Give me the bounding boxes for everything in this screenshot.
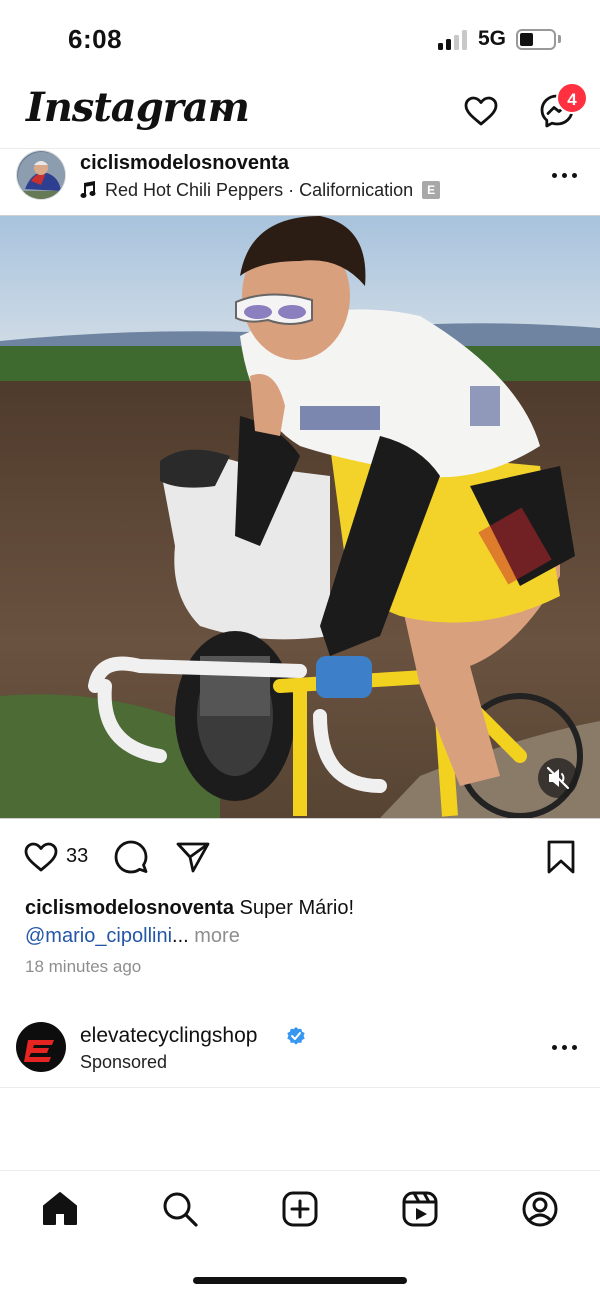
sponsor-more-options-icon[interactable] bbox=[552, 1043, 582, 1053]
post-photo-cyclist bbox=[0, 216, 600, 818]
status-time: 6:08 bbox=[68, 24, 123, 54]
home-icon[interactable] bbox=[40, 1189, 80, 1229]
like-count[interactable]: 33 bbox=[66, 845, 88, 868]
audio-track-link[interactable]: Red Hot Chili Peppers · Californication … bbox=[80, 178, 441, 202]
audio-muted-icon[interactable] bbox=[538, 758, 578, 798]
sponsored-post-header: elevatecyclingshop Sponsored bbox=[0, 1020, 600, 1084]
post-header: ciclismodelosnoventa Red Hot Chili Peppe… bbox=[0, 148, 600, 214]
explicit-badge: E bbox=[422, 181, 441, 199]
sponsored-label: Sponsored bbox=[80, 1052, 168, 1072]
post-caption: ciclismodelosnoventa Super Mário! @mario… bbox=[25, 894, 575, 950]
caption-mention[interactable]: @mario_cipollini bbox=[25, 925, 172, 947]
battery-icon bbox=[516, 29, 556, 50]
create-icon[interactable] bbox=[280, 1189, 320, 1229]
comment-icon[interactable] bbox=[112, 838, 150, 876]
post-media[interactable] bbox=[0, 216, 600, 818]
caption-text: Super Mário! bbox=[239, 897, 355, 919]
avatar-image bbox=[17, 151, 65, 199]
post-username[interactable]: ciclismodelosnoventa bbox=[80, 152, 289, 175]
share-send-icon[interactable] bbox=[174, 838, 212, 876]
chevron-down-icon[interactable] bbox=[214, 100, 236, 122]
post-timestamp: 18 minutes ago bbox=[25, 957, 142, 976]
profile-icon[interactable] bbox=[520, 1189, 560, 1229]
messages-badge: 4 bbox=[556, 82, 588, 114]
signal-strength-icon bbox=[438, 30, 468, 50]
verified-badge-icon bbox=[287, 1027, 305, 1045]
network-type: 5G bbox=[478, 27, 507, 50]
sponsor-avatar[interactable] bbox=[16, 1022, 66, 1072]
heart-icon[interactable] bbox=[462, 92, 500, 130]
music-note-icon bbox=[80, 181, 96, 198]
audio-track-label: Red Hot Chili Peppers · Californication bbox=[105, 179, 414, 200]
caption-ellipsis: ... bbox=[172, 925, 189, 947]
post-avatar[interactable] bbox=[16, 150, 66, 200]
app-header: Instagram 4 bbox=[0, 80, 600, 146]
battery-level bbox=[520, 33, 533, 46]
bottom-tab-bar bbox=[0, 1170, 600, 1250]
bookmark-icon[interactable] bbox=[542, 838, 580, 876]
instagram-feed-screen: 6:08 5G Instagram 4 ciclismodelosnoventa… bbox=[0, 0, 600, 1298]
reels-icon[interactable] bbox=[400, 1189, 440, 1229]
status-bar: 6:08 5G bbox=[0, 0, 600, 80]
battery-cap bbox=[558, 35, 561, 43]
sponsor-username[interactable]: elevatecyclingshop bbox=[80, 1024, 257, 1048]
sponsor-logo-icon bbox=[24, 1040, 54, 1062]
home-indicator[interactable] bbox=[193, 1277, 407, 1284]
post-actions: 33 bbox=[0, 836, 600, 880]
media-bottom-divider bbox=[0, 818, 600, 819]
search-icon[interactable] bbox=[160, 1189, 200, 1229]
like-heart-icon[interactable] bbox=[22, 838, 60, 876]
caption-username[interactable]: ciclismodelosnoventa bbox=[25, 897, 234, 919]
caption-more-link[interactable]: more bbox=[194, 925, 240, 947]
post-more-options-icon[interactable] bbox=[552, 171, 582, 181]
sponsor-divider bbox=[0, 1087, 600, 1088]
